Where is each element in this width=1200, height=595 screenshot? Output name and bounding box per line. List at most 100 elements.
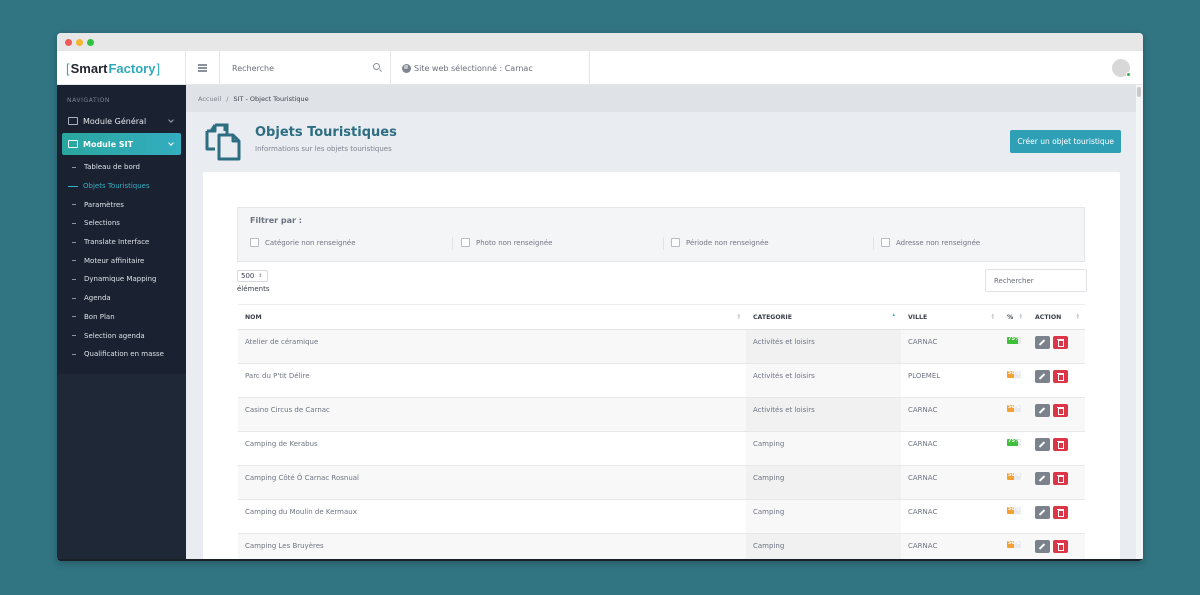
column-header-action[interactable]: ACTION ▴ ▾ bbox=[1028, 304, 1085, 330]
globe-icon bbox=[402, 63, 411, 73]
objects-card: Filtrer par : Catégorie non renseignée P… bbox=[203, 172, 1120, 561]
page-title: Objets Touristiques bbox=[255, 125, 397, 140]
sidebar-item-bon-plan[interactable]: Bon Plan bbox=[57, 308, 186, 327]
sidebar-module-label: Module SIT bbox=[83, 139, 134, 149]
edit-button[interactable] bbox=[1035, 540, 1050, 553]
page-length-select[interactable]: 500 ⇕ bbox=[237, 270, 268, 282]
delete-button[interactable] bbox=[1053, 438, 1068, 451]
completion-bar: 50% bbox=[1007, 371, 1021, 378]
filter-photo[interactable]: Photo non renseignée bbox=[461, 238, 552, 247]
search-icon[interactable] bbox=[373, 63, 380, 70]
column-header-categorie[interactable]: CATEGORIE ▴ bbox=[746, 304, 901, 330]
edit-button[interactable] bbox=[1035, 506, 1050, 519]
logo-word-smart: Smart bbox=[70, 60, 108, 76]
cell-pct: 75% bbox=[1000, 431, 1028, 466]
cell-nom: Camping Côté Ô Carnac Rosnual bbox=[238, 465, 746, 500]
browser-window: [ Smart Factory ] Site web sélectionné :… bbox=[57, 33, 1143, 561]
sidebar-item-selections[interactable]: Selections bbox=[57, 214, 186, 233]
minimize-window-button[interactable] bbox=[76, 39, 83, 46]
sidebar-item-moteur-affinitaire[interactable]: Moteur affinitaire bbox=[57, 251, 186, 270]
checkbox[interactable] bbox=[461, 238, 470, 247]
edit-button[interactable] bbox=[1035, 370, 1050, 383]
site-selector[interactable]: Site web sélectionné : Carnac bbox=[391, 51, 590, 85]
breadcrumb: Accueil / SIT - Object Touristique bbox=[186, 85, 1136, 112]
delete-button[interactable] bbox=[1053, 336, 1068, 349]
filter-adresse[interactable]: Adresse non renseignée bbox=[881, 238, 980, 247]
cell-ville: CARNAC bbox=[901, 465, 1000, 500]
user-avatar[interactable] bbox=[1112, 59, 1131, 77]
cell-ville: CARNAC bbox=[901, 499, 1000, 534]
hamburger-icon bbox=[198, 67, 207, 69]
menu-toggle-button[interactable] bbox=[186, 51, 220, 85]
cell-nom: Camping Les Bruyères bbox=[238, 533, 746, 561]
cell-nom: Camping du Moulin de Kermaux bbox=[238, 499, 746, 534]
sidebar-module-sit[interactable]: Module SIT bbox=[62, 133, 181, 155]
cell-categorie: Activités et loisirs bbox=[746, 363, 901, 398]
cell-action bbox=[1028, 533, 1085, 561]
sidebar-item-qualification-en-masse[interactable]: Qualification en masse bbox=[57, 345, 186, 364]
cell-pct: 50% bbox=[1000, 499, 1028, 534]
sidebar-item-tableau-de-bord[interactable]: Tableau de bord bbox=[57, 158, 186, 177]
edit-button[interactable] bbox=[1035, 472, 1050, 485]
cell-pct: 75% bbox=[1000, 329, 1028, 364]
checkbox[interactable] bbox=[250, 238, 259, 247]
table-row: Casino Circus de Carnac Activités et lois… bbox=[238, 397, 1085, 432]
nav-section-label: NAVIGATION bbox=[67, 97, 111, 104]
breadcrumb-separator: / bbox=[226, 94, 229, 103]
completion-bar: 50% bbox=[1007, 541, 1021, 548]
filter-panel: Filtrer par : Catégorie non renseignée P… bbox=[237, 207, 1085, 262]
completion-label: 50% bbox=[1008, 541, 1020, 546]
close-window-button[interactable] bbox=[65, 39, 72, 46]
filter-categorie[interactable]: Catégorie non renseignée bbox=[250, 238, 356, 247]
cell-categorie: Camping bbox=[746, 533, 901, 561]
scrollbar-thumb[interactable] bbox=[1137, 87, 1141, 97]
delete-button[interactable] bbox=[1053, 370, 1068, 383]
delete-button[interactable] bbox=[1053, 540, 1068, 553]
column-header-ville[interactable]: VILLE ▴ ▾ bbox=[901, 304, 1000, 330]
table-row: Camping du Moulin de Kermaux Camping CARNA… bbox=[238, 499, 1085, 534]
page-header: Objets Touristiques Informations sur les… bbox=[186, 112, 1136, 172]
documents-icon bbox=[205, 123, 241, 161]
folder-icon bbox=[68, 117, 78, 125]
sidebar-item-parametres[interactable]: Paramètres bbox=[57, 195, 186, 214]
column-header-nom[interactable]: NOM ▴ ▾ bbox=[238, 304, 746, 330]
page-scrollbar[interactable] bbox=[1136, 85, 1143, 561]
table-row: Atelier de céramique Activités et loisirs… bbox=[238, 329, 1085, 364]
table-row: Camping Côté Ô Carnac Rosnual Camping CARN… bbox=[238, 465, 1085, 500]
maximize-window-button[interactable] bbox=[87, 39, 94, 46]
cell-pct: 50% bbox=[1000, 465, 1028, 500]
sort-asc-icon: ▴ bbox=[892, 312, 895, 318]
sidebar-item-dynamique-mapping[interactable]: Dynamique Mapping bbox=[57, 270, 186, 289]
delete-button[interactable] bbox=[1053, 404, 1068, 417]
checkbox[interactable] bbox=[671, 238, 680, 247]
filter-periode[interactable]: Période non renseignée bbox=[671, 238, 769, 247]
delete-button[interactable] bbox=[1053, 506, 1068, 519]
sidebar-item-selection-agenda[interactable]: Selection agenda bbox=[57, 326, 186, 345]
logo[interactable]: [ Smart Factory ] bbox=[57, 51, 186, 85]
updown-icon: ⇕ bbox=[258, 273, 263, 279]
checkbox[interactable] bbox=[881, 238, 890, 247]
edit-button[interactable] bbox=[1035, 438, 1050, 451]
completion-label: 50% bbox=[1008, 405, 1020, 410]
sidebar-module-label: Module Général bbox=[83, 116, 147, 126]
create-object-button[interactable]: Créer un objet touristique bbox=[1010, 130, 1121, 153]
delete-button[interactable] bbox=[1053, 472, 1068, 485]
main-content: Accueil / SIT - Object Touristique Objet… bbox=[186, 85, 1136, 561]
cell-action bbox=[1028, 499, 1085, 534]
edit-button[interactable] bbox=[1035, 336, 1050, 349]
sidebar-item-objets-touristiques[interactable]: Objets Touristiques bbox=[57, 177, 186, 196]
sidebar-item-agenda[interactable]: Agenda bbox=[57, 289, 186, 308]
global-search-input[interactable] bbox=[220, 51, 360, 85]
sort-icon: ▴ ▾ bbox=[1019, 312, 1022, 321]
column-header-pct[interactable]: % ▴ ▾ bbox=[1000, 304, 1028, 330]
sidebar-item-translate-interface[interactable]: Translate Interface bbox=[57, 233, 186, 252]
completion-label: 75% bbox=[1008, 337, 1020, 342]
table-row: Parc du P'tit Délire Activités et loisirs… bbox=[238, 363, 1085, 398]
completion-label: 50% bbox=[1008, 473, 1020, 478]
table-search-input[interactable] bbox=[985, 269, 1087, 292]
sidebar-module-general[interactable]: Module Général bbox=[62, 110, 181, 132]
sidebar: NAVIGATION Module Général Module SIT Tab… bbox=[57, 85, 186, 561]
breadcrumb-home-link[interactable]: Accueil bbox=[198, 95, 221, 103]
cell-pct: 50% bbox=[1000, 397, 1028, 432]
edit-button[interactable] bbox=[1035, 404, 1050, 417]
